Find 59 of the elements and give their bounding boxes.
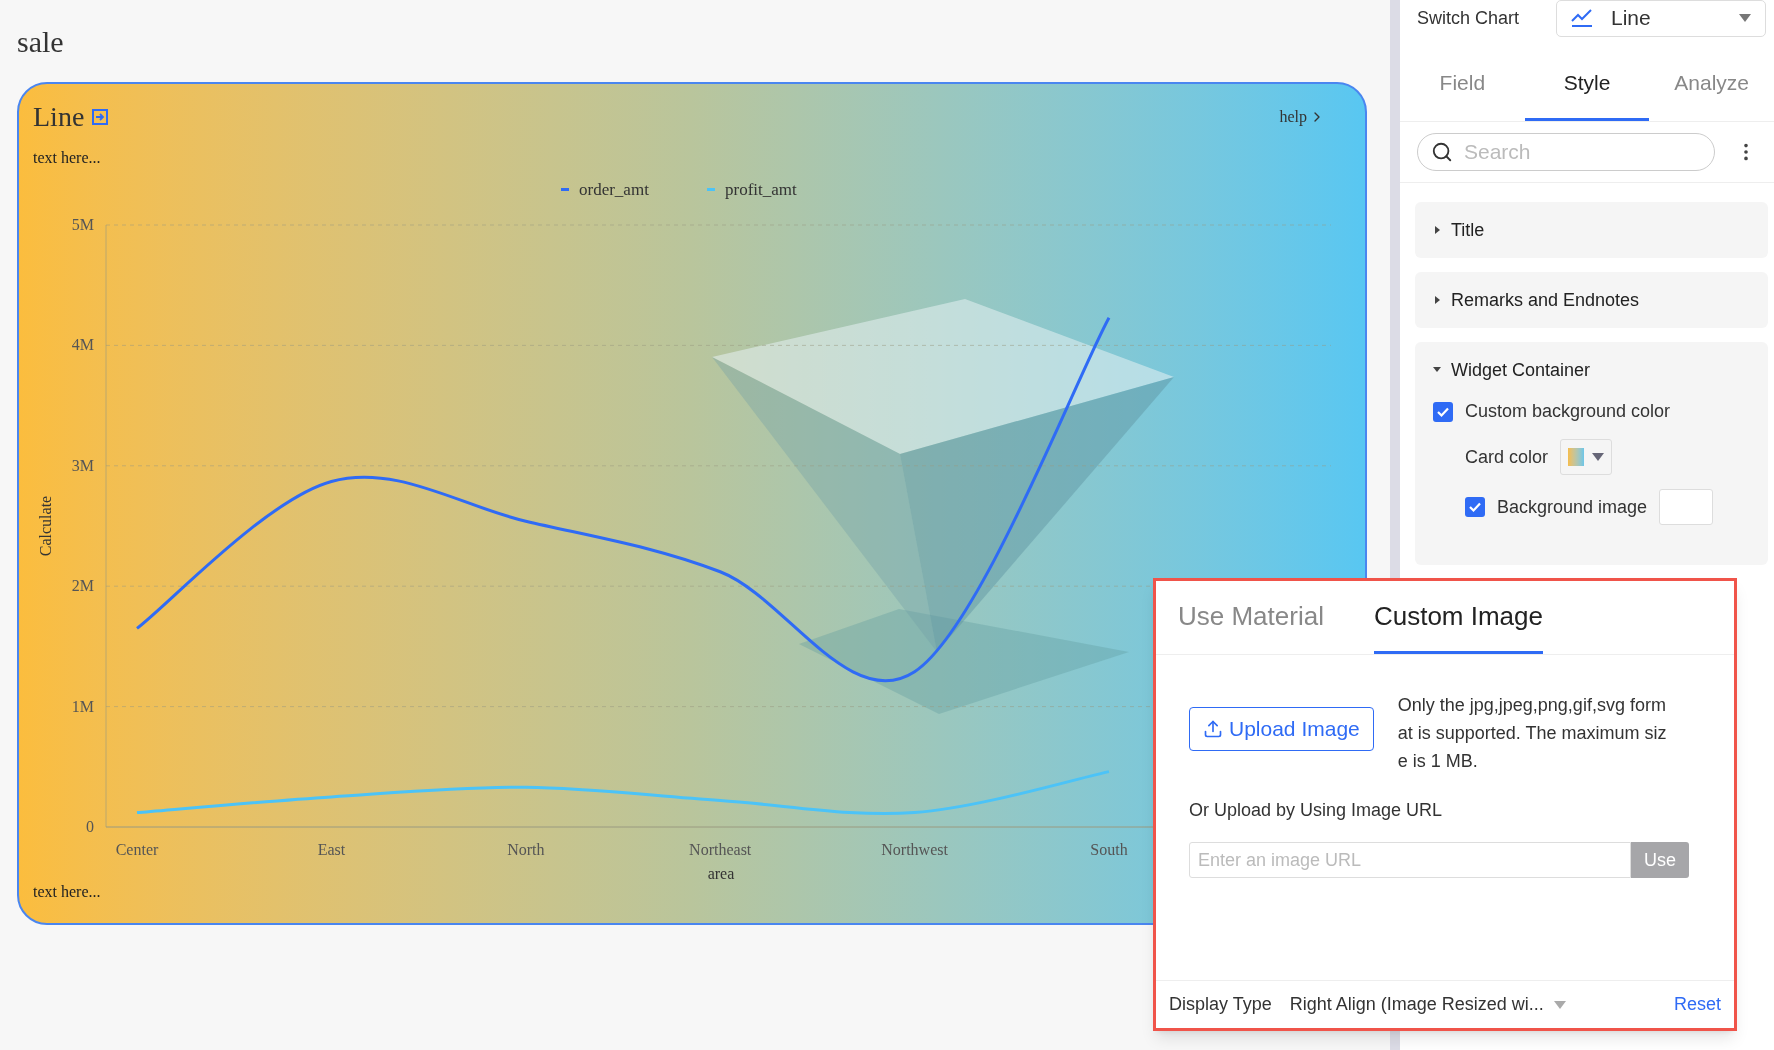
chart-type-select[interactable]: Line bbox=[1556, 0, 1766, 37]
legend-marker bbox=[707, 188, 715, 191]
checkbox[interactable] bbox=[1433, 401, 1453, 422]
y-tick-label: 3M bbox=[71, 456, 94, 474]
search-icon bbox=[1431, 141, 1453, 163]
caret-icon bbox=[1553, 1000, 1566, 1009]
x-tick-label: Northeast bbox=[689, 841, 752, 858]
check-icon bbox=[1468, 500, 1482, 514]
panel-tab[interactable]: Field bbox=[1400, 48, 1525, 121]
y-tick-label: 2M bbox=[71, 577, 94, 595]
x-tick-label: Center bbox=[115, 841, 159, 858]
caret-icon bbox=[1592, 453, 1605, 461]
x-tick-label: North bbox=[507, 841, 545, 858]
caret-icon bbox=[1739, 14, 1751, 22]
card-footnote: text here... bbox=[32, 882, 102, 902]
caret-right-icon bbox=[1433, 296, 1441, 304]
upload-icon bbox=[1203, 719, 1223, 739]
card-title: Line bbox=[33, 100, 85, 134]
image-url-field[interactable]: Enter an image URL bbox=[1189, 842, 1631, 878]
section-header[interactable]: Title bbox=[1415, 202, 1768, 258]
format-hint: Only the jpg,jpeg,png,gif,svg format is supported. The maximum size is 1 MB. bbox=[1397, 694, 1668, 773]
help-link[interactable]: help bbox=[1279, 105, 1325, 129]
legend-label: order_amt bbox=[579, 180, 649, 199]
panel-tab[interactable]: Analyze bbox=[1649, 48, 1774, 121]
exit-icon bbox=[92, 109, 109, 125]
caret-right-icon bbox=[1433, 226, 1441, 234]
x-tick-label: East bbox=[317, 841, 346, 858]
upload-image-button[interactable]: Upload Image bbox=[1189, 707, 1374, 751]
color-picker[interactable] bbox=[1560, 439, 1613, 475]
image-thumbnail[interactable] bbox=[1659, 489, 1714, 525]
checkbox-label: Custom background color bbox=[1465, 400, 1671, 423]
caret-down-icon bbox=[1433, 366, 1441, 374]
legend-marker bbox=[561, 188, 569, 191]
x-tick-label: South bbox=[1090, 841, 1128, 858]
card-color-label: Card color bbox=[1465, 445, 1549, 469]
x-tick-label: Northwest bbox=[881, 841, 948, 858]
legend-label: profit_amt bbox=[725, 180, 797, 199]
card-subtitle: text here... bbox=[32, 148, 102, 168]
checkbox[interactable] bbox=[1465, 497, 1485, 517]
y-tick-label: 5M bbox=[71, 216, 94, 233]
popup-tab[interactable]: Custom Image bbox=[1373, 581, 1543, 654]
section-header[interactable]: Widget Container bbox=[1415, 342, 1768, 398]
popup-tab[interactable]: Use Material bbox=[1178, 581, 1324, 654]
y-tick-label: 0 bbox=[86, 818, 94, 835]
url-label: Or Upload by Using Image URL bbox=[1188, 799, 1444, 822]
display-type-select[interactable]: Right Align (Image Resized wi... bbox=[1289, 991, 1566, 1018]
section-header[interactable]: Remarks and Endnotes bbox=[1415, 272, 1768, 328]
checkbox-label: Background image bbox=[1497, 495, 1648, 519]
display-type-label: Display Type bbox=[1169, 993, 1272, 1016]
panel-tab[interactable]: Style bbox=[1524, 48, 1650, 121]
y-tick-label: 1M bbox=[71, 697, 94, 715]
switch-chart-label: Switch Chart bbox=[1417, 6, 1520, 30]
y-tick-label: 4M bbox=[71, 336, 94, 354]
reset-link[interactable]: Reset bbox=[1673, 991, 1721, 1018]
line-chart-icon bbox=[1571, 9, 1593, 27]
search-field[interactable]: Search bbox=[1417, 133, 1715, 171]
y-axis-title: Calculate bbox=[37, 495, 54, 557]
page-title: sale bbox=[17, 24, 65, 60]
x-axis-title: area bbox=[707, 865, 735, 882]
